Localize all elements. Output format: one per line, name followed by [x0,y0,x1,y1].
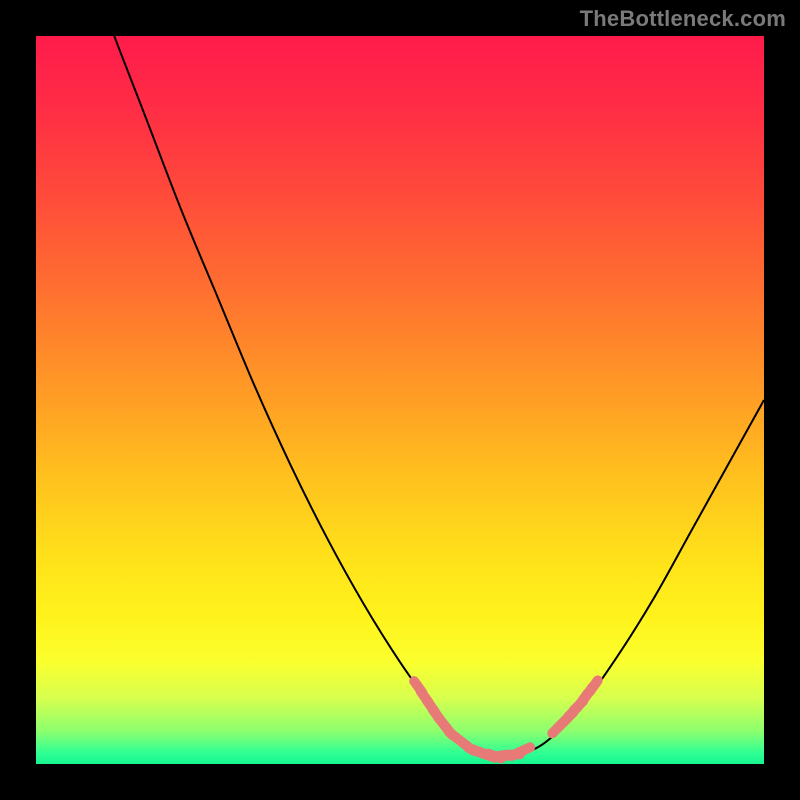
plot-svg [36,36,764,764]
plot-area [36,36,764,764]
marker-pill [517,747,530,753]
chart-stage: TheBottleneck.com [0,0,800,800]
gradient-background [36,36,764,764]
attribution-label: TheBottleneck.com [580,6,786,32]
marker-pill [590,680,598,691]
